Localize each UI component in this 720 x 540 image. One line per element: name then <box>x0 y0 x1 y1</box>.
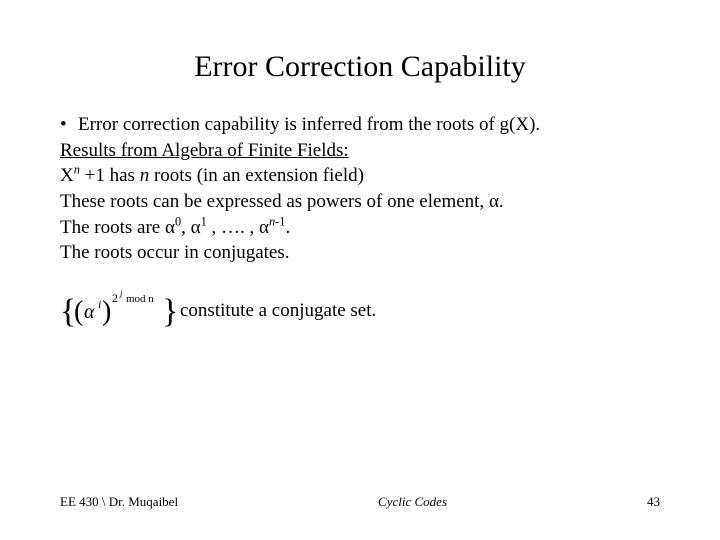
xn-tail: roots (in an extension field) <box>149 165 364 186</box>
xn-post: +1 has <box>80 165 140 186</box>
footer-left: EE 430 \ Dr. Muqaibel <box>60 494 178 510</box>
alpha-3: α <box>191 217 201 238</box>
period-2: . <box>285 217 290 238</box>
svg-text:i: i <box>98 297 101 311</box>
xn-line: Xn +1 has n roots (in an extension field… <box>60 163 660 189</box>
svg-text:2: 2 <box>112 291 118 305</box>
alpha-2: α <box>165 217 175 238</box>
sup-tail: -1 <box>275 214 285 228</box>
equation-text: constitute a conjugate set. <box>180 298 376 324</box>
footer-center: Cyclic Codes <box>378 494 447 510</box>
footer: EE 430 \ Dr. Muqaibel Cyclic Codes 43 <box>0 494 720 510</box>
bullet-mark: • <box>60 112 78 138</box>
svg-text:(: ( <box>74 296 83 327</box>
equation-block: { ( α i ) 2 j mod n } constitute a conju… <box>60 286 660 336</box>
svg-text:α: α <box>84 301 95 323</box>
bullet-text: Error correction capability is inferred … <box>78 112 540 138</box>
results-text: Results from Algebra of Finite Fields: <box>60 140 349 161</box>
xn-pre: X <box>60 165 74 186</box>
equation-svg: { ( α i ) 2 j mod n } <box>60 286 180 336</box>
roots-line: The roots are α0, α1 , …. , αn-1. <box>60 215 660 241</box>
svg-text:j: j <box>119 288 123 298</box>
comma-1: , <box>181 217 191 238</box>
footer-right: 43 <box>647 494 660 510</box>
xn-n: n <box>140 165 150 186</box>
roots-pre: The roots are <box>60 217 165 238</box>
slide-title: Error Correction Capability <box>60 50 660 84</box>
bullet-item: • Error correction capability is inferre… <box>60 112 660 138</box>
dots: , …. , <box>207 217 259 238</box>
svg-text:mod n: mod n <box>126 293 154 305</box>
period-1: . <box>499 191 504 212</box>
alpha-4: α <box>259 217 269 238</box>
powers-pre: These roots can be expressed as powers o… <box>60 191 489 212</box>
powers-line: These roots can be expressed as powers o… <box>60 189 660 215</box>
alpha-1: α <box>489 191 499 212</box>
results-line: Results from Algebra of Finite Fields: <box>60 138 660 164</box>
slide-body: • Error correction capability is inferre… <box>60 112 660 336</box>
sup-nm1: n-1 <box>269 214 285 228</box>
conjugates-line: The roots occur in conjugates. <box>60 240 660 266</box>
svg-text:): ) <box>102 296 111 327</box>
svg-text:}: } <box>162 293 178 330</box>
